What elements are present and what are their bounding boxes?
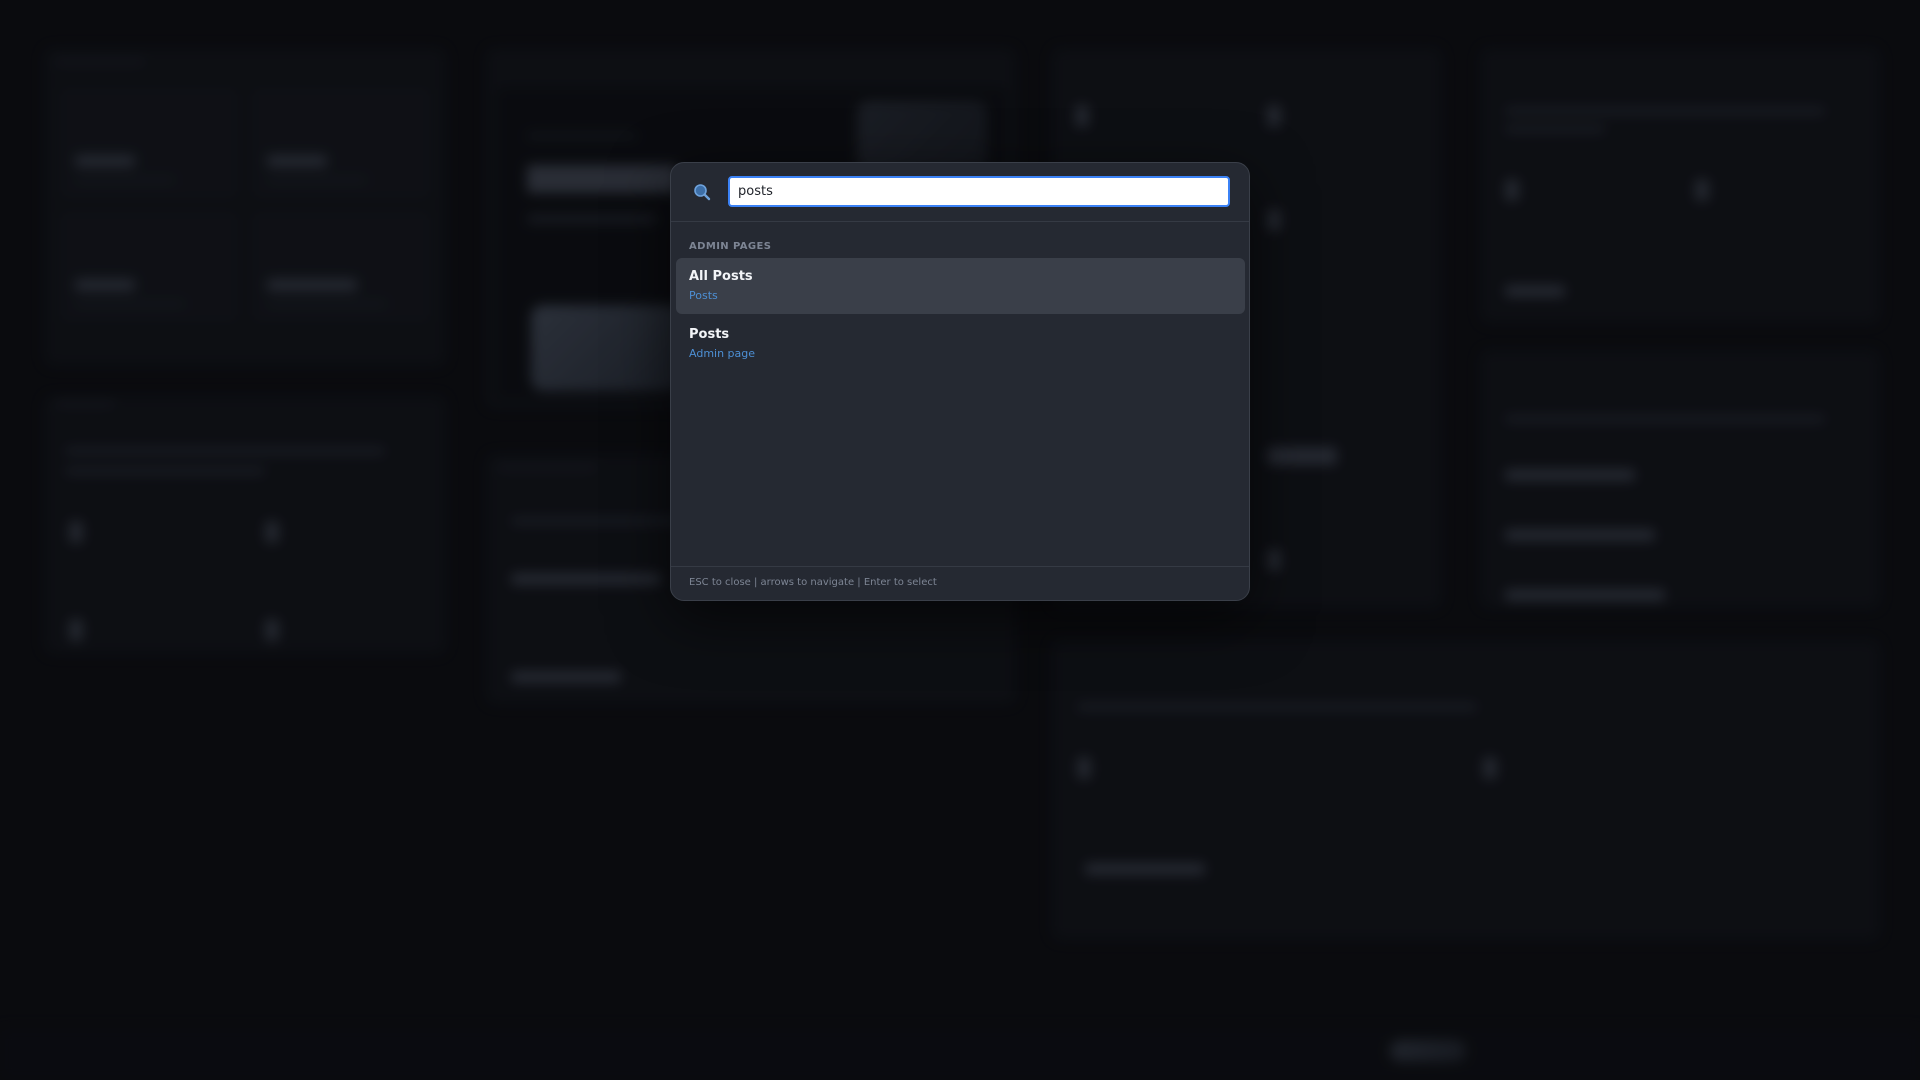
keyboard-hint-footer: ESC to close | arrows to navigate | Ente… [671, 566, 1249, 600]
result-title: All Posts [689, 269, 753, 284]
section-label-admin-pages: ADMIN PAGES [689, 241, 772, 252]
result-subtitle: Admin page [689, 347, 756, 360]
result-item-posts[interactable]: Posts Admin page [676, 316, 1245, 372]
screen: ADMIN PAGES All Posts Posts Posts Admin … [0, 0, 1920, 1080]
result-subtitle: Posts [689, 289, 718, 302]
search-row [671, 163, 1249, 222]
search-input[interactable] [728, 176, 1230, 207]
search-icon [694, 184, 711, 201]
result-title: Posts [689, 327, 730, 342]
command-palette: ADMIN PAGES All Posts Posts Posts Admin … [670, 162, 1250, 601]
result-item-all-posts[interactable]: All Posts Posts [676, 258, 1245, 314]
